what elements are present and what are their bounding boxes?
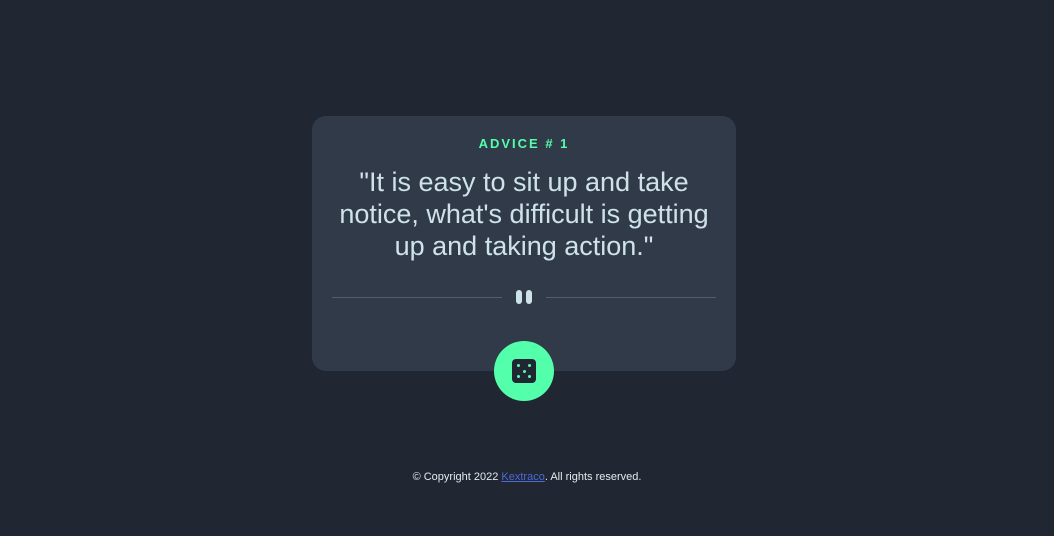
footer-link[interactable]: Kextraco xyxy=(501,471,544,483)
divider-line-right xyxy=(546,297,716,298)
footer-copyright: © Copyright 2022 xyxy=(412,471,502,483)
generate-advice-button[interactable] xyxy=(494,341,554,401)
advice-card: ADVICE # 1 "It is easy to sit up and tak… xyxy=(312,116,736,371)
pause-icon xyxy=(514,290,534,304)
footer-rights: . All rights reserved. xyxy=(544,471,642,483)
advice-number: ADVICE # 1 xyxy=(478,136,570,151)
divider xyxy=(332,290,716,304)
dice-icon xyxy=(512,359,536,383)
divider-line-left xyxy=(332,297,502,298)
advice-quote: "It is easy to sit up and take notice, w… xyxy=(339,167,709,261)
footer: © Copyright 2022 Kextraco. All rights re… xyxy=(0,471,1054,483)
